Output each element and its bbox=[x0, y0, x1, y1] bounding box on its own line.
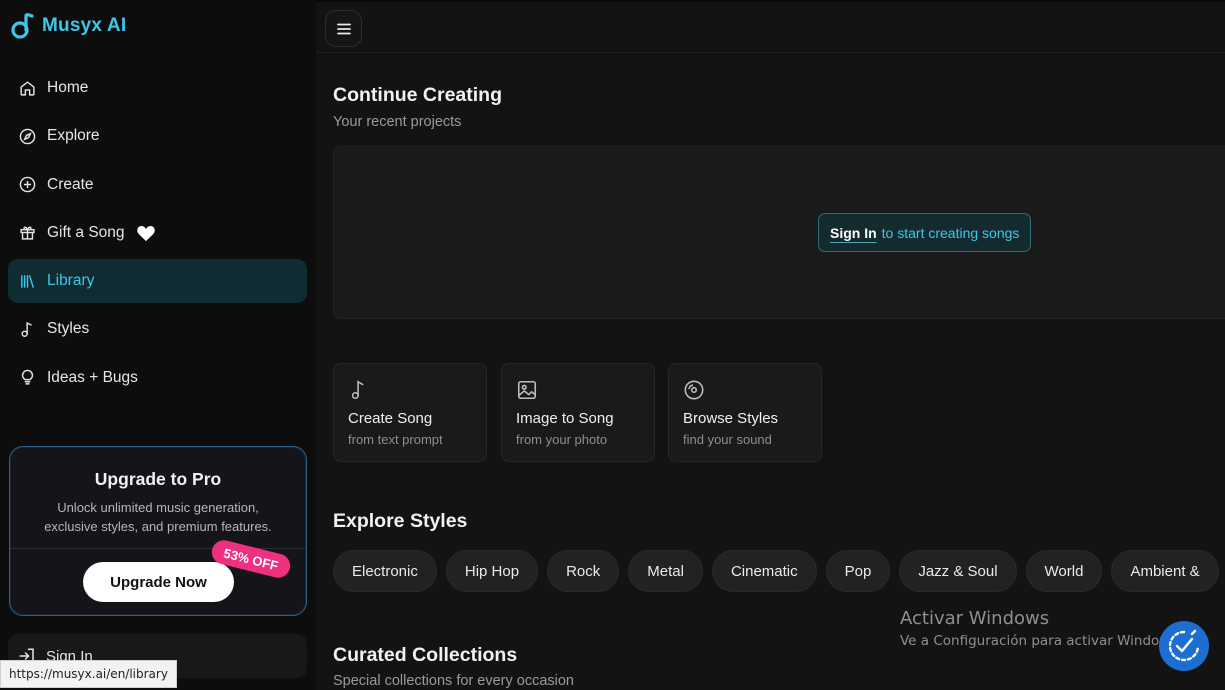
menu-toggle-button[interactable] bbox=[325, 10, 362, 47]
logo-icon bbox=[11, 13, 34, 39]
continue-creating-subtitle: Your recent projects bbox=[333, 114, 462, 130]
style-chip-electronic[interactable]: Electronic bbox=[333, 550, 437, 592]
sidebar-item-gift-a-song[interactable]: Gift a Song bbox=[8, 211, 307, 255]
sidebar-item-label: Create bbox=[47, 175, 94, 193]
image-icon bbox=[517, 380, 537, 400]
top-bar bbox=[316, 0, 1225, 53]
create-song-card[interactable]: Create Song from text prompt bbox=[333, 363, 487, 462]
card-subtitle: find your sound bbox=[683, 432, 772, 447]
style-chip-pop[interactable]: Pop bbox=[825, 550, 891, 592]
compass-icon bbox=[18, 127, 36, 145]
card-title: Create Song bbox=[348, 410, 433, 427]
sidebar-item-library[interactable]: Library bbox=[8, 259, 307, 304]
sidebar-item-create[interactable]: Create bbox=[8, 163, 307, 207]
style-chip-cinematic[interactable]: Cinematic bbox=[711, 550, 817, 592]
music-note-icon bbox=[18, 320, 36, 338]
image-to-song-card[interactable]: Image to Song from your photo bbox=[501, 363, 655, 462]
sidebar: Musyx AI Home Explore Create Gift a Song bbox=[0, 0, 316, 690]
card-subtitle: from your photo bbox=[516, 432, 608, 447]
sidebar-item-ideas-bugs[interactable]: Ideas + Bugs bbox=[8, 356, 307, 400]
music-note-icon bbox=[351, 380, 364, 400]
windows-activation-watermark: Activar Windows Ve a Configuración para … bbox=[900, 608, 1182, 649]
lightbulb-icon bbox=[18, 369, 36, 387]
brand[interactable]: Musyx AI bbox=[10, 12, 126, 40]
style-chips: Electronic Hip Hop Rock Metal Cinematic … bbox=[333, 550, 1219, 592]
watermark-title: Activar Windows bbox=[900, 608, 1050, 629]
sign-in-prompt-text: to start creating songs bbox=[881, 224, 1020, 241]
upgrade-now-button[interactable]: Upgrade Now bbox=[83, 562, 234, 602]
sidebar-item-label: Explore bbox=[47, 127, 100, 145]
sidebar-item-label: Home bbox=[47, 79, 89, 96]
home-icon bbox=[18, 79, 36, 97]
sidebar-item-label: Library bbox=[47, 272, 95, 290]
watermark-subtitle: Ve a Configuración para activar Windows. bbox=[900, 633, 1182, 649]
style-chip-world[interactable]: World bbox=[1025, 550, 1103, 592]
status-bar-url: https://musyx.ai/en/library bbox=[0, 660, 177, 688]
main-content: Continue Creating Your recent projects S… bbox=[316, 54, 1225, 690]
continue-creating-title: Continue Creating bbox=[333, 84, 502, 106]
brand-name: Musyx AI bbox=[42, 15, 127, 36]
sign-in-link[interactable]: Sign In bbox=[830, 225, 877, 241]
style-chip-jazz-soul[interactable]: Jazz & Soul bbox=[899, 550, 1017, 592]
style-chip-rock[interactable]: Rock bbox=[547, 550, 620, 592]
style-chip-hip-hop[interactable]: Hip Hop bbox=[445, 550, 539, 592]
sidebar-item-label: Styles bbox=[47, 320, 90, 338]
sidebar-item-label: Ideas + Bugs bbox=[47, 368, 138, 386]
gift-icon bbox=[18, 224, 36, 242]
sidebar-item-explore[interactable]: Explore bbox=[8, 114, 307, 158]
sign-in-prompt[interactable]: Sign In to start creating songs bbox=[818, 213, 1031, 252]
sidebar-nav: Home Explore Create Gift a Song Library … bbox=[8, 66, 307, 404]
upgrade-card: Upgrade to Pro Unlock unlimited music ge… bbox=[9, 446, 307, 616]
check-badge-icon bbox=[1168, 629, 1200, 662]
style-chip-metal[interactable]: Metal bbox=[628, 550, 703, 592]
browse-styles-card[interactable]: Browse Styles find your sound bbox=[668, 363, 822, 462]
heart-icon bbox=[136, 225, 155, 242]
card-subtitle: from text prompt bbox=[348, 432, 443, 447]
style-chip-ambient[interactable]: Ambient & bbox=[1111, 550, 1219, 592]
accessibility-button[interactable] bbox=[1159, 621, 1209, 671]
curated-collections-subtitle: Special collections for every occasion bbox=[333, 673, 574, 689]
upgrade-title: Upgrade to Pro bbox=[94, 469, 222, 489]
recent-projects-panel: Sign In to start creating songs bbox=[333, 146, 1225, 319]
sidebar-item-home[interactable]: Home bbox=[8, 66, 307, 110]
hamburger-icon bbox=[336, 23, 351, 34]
library-icon bbox=[18, 272, 36, 290]
card-title: Image to Song bbox=[516, 410, 614, 427]
curated-collections-title: Curated Collections bbox=[333, 644, 518, 666]
sidebar-item-styles[interactable]: Styles bbox=[8, 307, 307, 351]
sidebar-item-label: Gift a Song bbox=[47, 223, 125, 241]
card-title: Browse Styles bbox=[683, 410, 779, 427]
disc-icon bbox=[684, 380, 704, 400]
explore-styles-title: Explore Styles bbox=[333, 510, 468, 532]
upgrade-description: Unlock unlimited music generation, exclu… bbox=[44, 500, 272, 534]
plus-circle-icon bbox=[18, 176, 36, 194]
